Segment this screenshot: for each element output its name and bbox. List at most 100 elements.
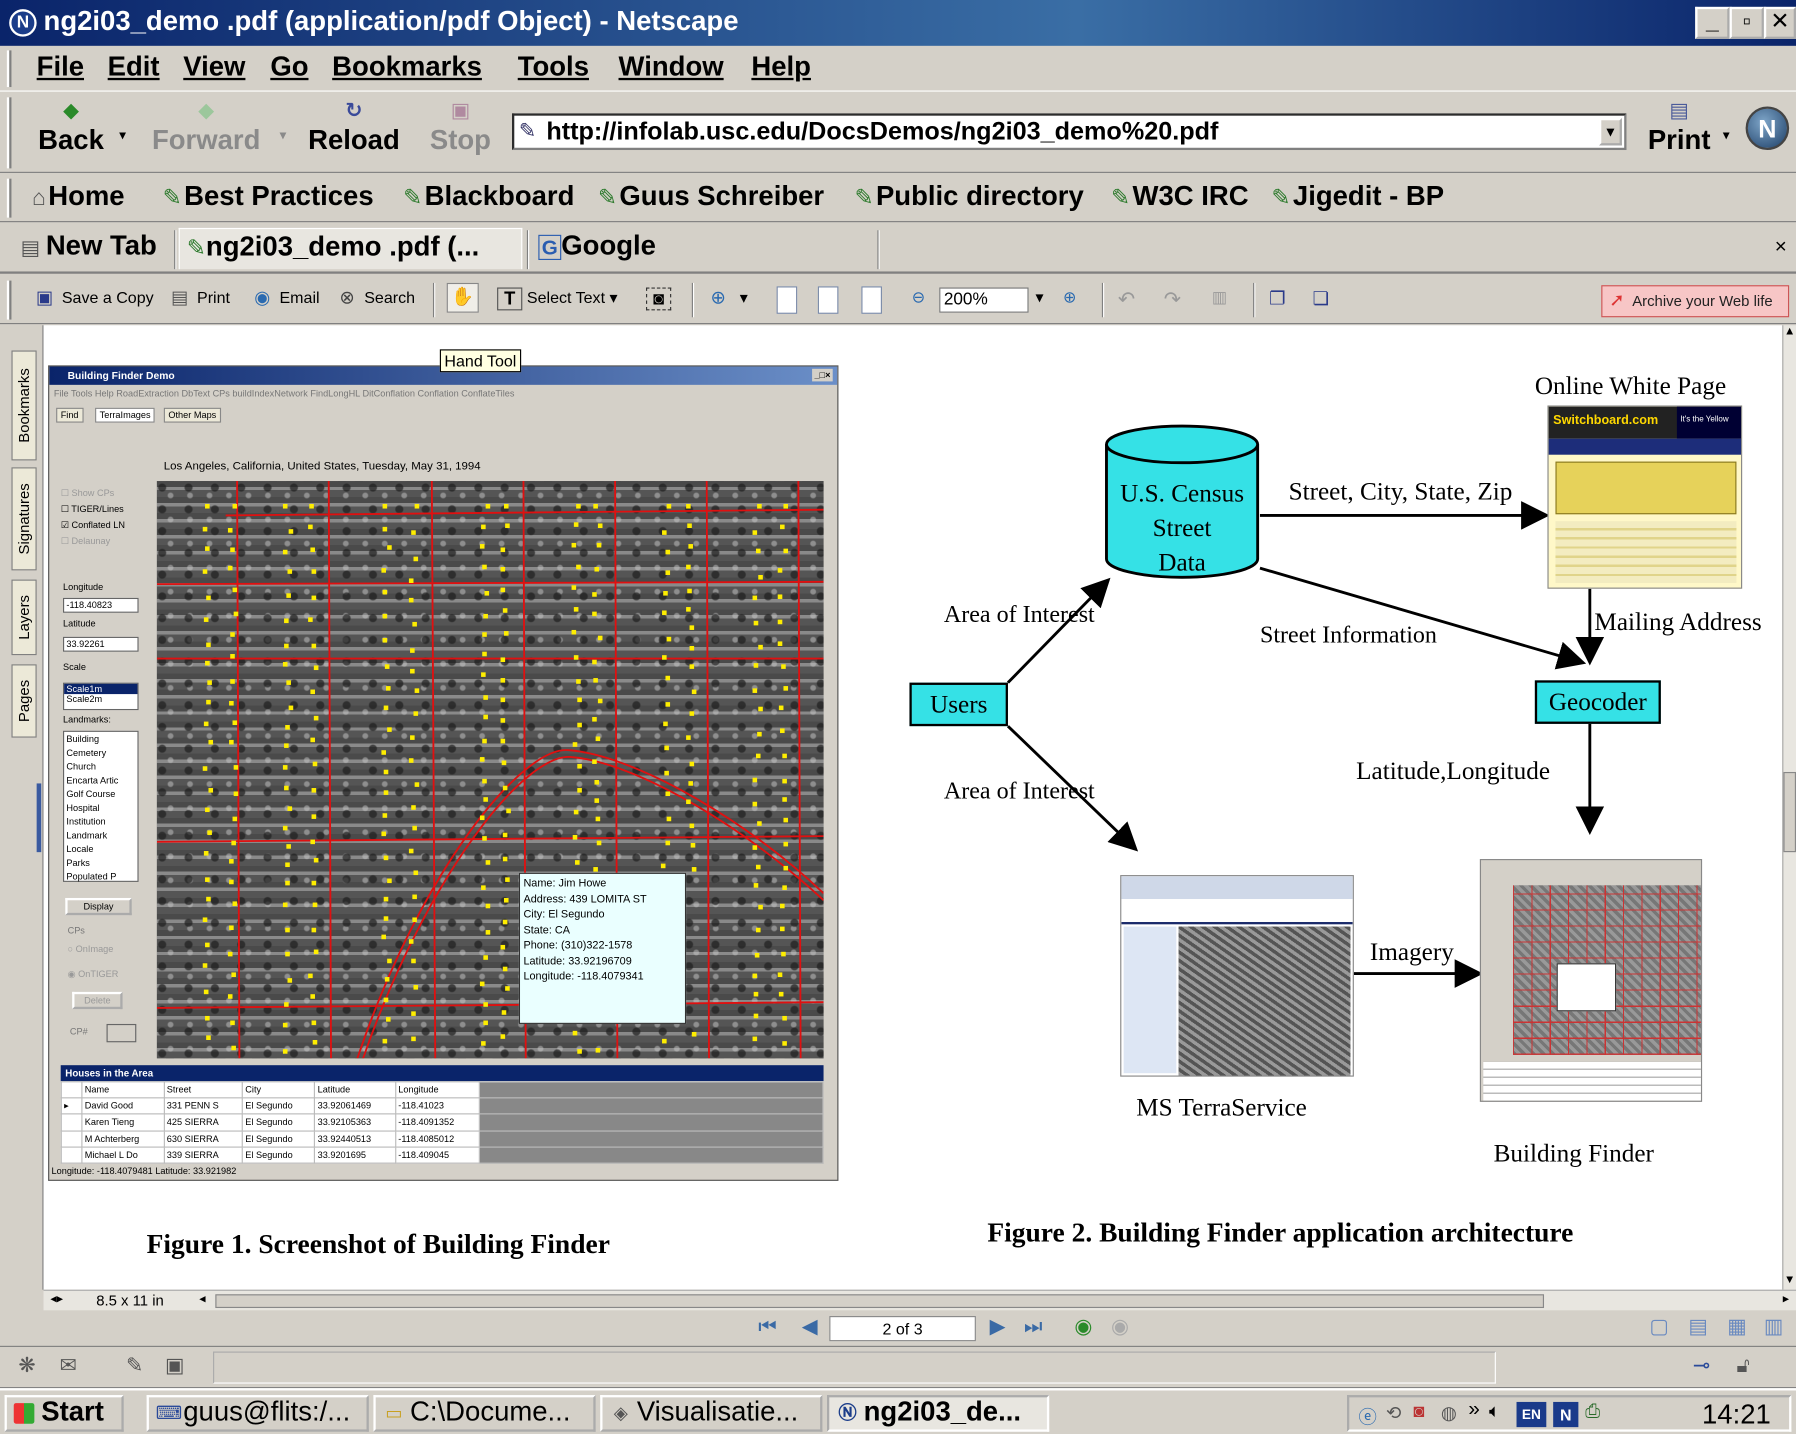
- minimize-button[interactable]: _: [1695, 6, 1730, 39]
- side-tab-bookmarks[interactable]: Bookmarks: [11, 350, 37, 461]
- back-button[interactable]: ◆ Back: [34, 97, 107, 157]
- start-button[interactable]: Start: [4, 1395, 124, 1432]
- zoom-level[interactable]: 200%: [939, 287, 1029, 313]
- ie-tray-icon[interactable]: ⓔ: [1358, 1402, 1376, 1429]
- taskbar-item-netscape[interactable]: Ⓝng2i03_de...: [826, 1395, 1050, 1432]
- security-lock-icon[interactable]: 🔓︎: [1736, 1354, 1749, 1378]
- maximize-button[interactable]: ▫: [1729, 6, 1764, 39]
- page-number-field[interactable]: 2 of 3: [829, 1316, 976, 1342]
- scroll-up-icon[interactable]: ▲: [1783, 325, 1796, 341]
- close-button[interactable]: ✕: [1763, 6, 1796, 39]
- horizontal-scrollbar[interactable]: ◂▸ 8.5 x 11 in ◂ ▸: [43, 1289, 1796, 1311]
- last-page-icon[interactable]: ⏭: [1024, 1315, 1043, 1339]
- menu-view[interactable]: View: [183, 52, 245, 84]
- bookmark-w3c-irc[interactable]: ✎W3C IRC: [1111, 181, 1249, 213]
- printer-tray-icon[interactable]: ⎙: [1585, 1402, 1600, 1423]
- mail-icon[interactable]: ✉: [60, 1354, 77, 1378]
- next-page-icon[interactable]: ▶: [990, 1315, 1006, 1339]
- actual-size-icon[interactable]: [776, 286, 798, 314]
- fit-page-icon[interactable]: [817, 286, 839, 314]
- zoom-plus-icon[interactable]: ⊕: [1063, 287, 1076, 306]
- snapshot-button[interactable]: ◙: [646, 287, 676, 311]
- side-tab-signatures[interactable]: Signatures: [11, 467, 37, 571]
- tray-expand-icon[interactable]: »: [1468, 1397, 1479, 1421]
- forward-history-dropdown[interactable]: ▾: [279, 127, 286, 143]
- netscape-tray-icon[interactable]: N: [1553, 1401, 1579, 1428]
- forward-button[interactable]: ◆ Forward: [149, 97, 264, 157]
- language-indicator[interactable]: EN: [1516, 1401, 1547, 1428]
- continuous-layout-icon[interactable]: ▤: [1688, 1315, 1707, 1339]
- menu-help[interactable]: Help: [751, 52, 811, 84]
- first-page-icon[interactable]: ⏮: [758, 1315, 777, 1339]
- url-bar[interactable]: ✎ ▼: [511, 113, 1627, 151]
- go-back-view-icon[interactable]: ◉: [1074, 1315, 1092, 1339]
- go-forward-view-icon[interactable]: ◉: [1111, 1315, 1129, 1339]
- scroll-right-icon[interactable]: ▸: [1783, 1291, 1789, 1306]
- menu-go[interactable]: Go: [270, 52, 308, 84]
- horizontal-scroll-thumb[interactable]: [215, 1294, 1545, 1309]
- sync-tray-icon[interactable]: ⟲: [1386, 1402, 1401, 1425]
- menu-file[interactable]: File: [37, 52, 84, 84]
- pdf-print-button[interactable]: ▤ Print: [167, 287, 230, 310]
- facing-layout-icon[interactable]: ▦: [1727, 1315, 1746, 1339]
- clock[interactable]: 14:21: [1702, 1400, 1771, 1432]
- bookmark-public-directory[interactable]: ✎Public directory: [854, 181, 1083, 213]
- tab-pdf[interactable]: ✎ng2i03_demo .pdf (...: [178, 227, 523, 270]
- side-panel-splitter[interactable]: [36, 783, 42, 853]
- menu-bookmarks[interactable]: Bookmarks: [332, 52, 482, 84]
- side-tab-pages[interactable]: Pages: [11, 664, 37, 738]
- toolbar-grip[interactable]: [6, 97, 12, 169]
- navigator-icon[interactable]: ❋: [18, 1354, 35, 1378]
- rotate-right-icon[interactable]: ↷: [1164, 287, 1181, 311]
- scroll-left-icon[interactable]: ◂: [199, 1291, 205, 1306]
- url-history-dropdown[interactable]: ▼: [1598, 117, 1622, 146]
- menu-tools[interactable]: Tools: [518, 52, 589, 84]
- taskbar-item-explorer[interactable]: ▭ C:\Docume...: [373, 1395, 596, 1432]
- zoom-out-icon[interactable]: ⊖: [912, 287, 925, 306]
- bookmarks-grip[interactable]: [6, 178, 12, 218]
- reload-button[interactable]: ↻ Reload: [305, 97, 404, 157]
- menu-grip[interactable]: [6, 50, 12, 88]
- hand-tool-button[interactable]: ✋: [446, 282, 479, 313]
- taskbar-item-terminal[interactable]: ⌨ guus@flits:/...: [146, 1395, 369, 1432]
- stop-button[interactable]: ▣ Stop: [426, 97, 495, 157]
- side-tab-layers[interactable]: Layers: [11, 579, 37, 656]
- home-button[interactable]: ⌂Home: [32, 181, 125, 213]
- page-layout-icon[interactable]: ▥: [1212, 287, 1227, 306]
- composer-icon[interactable]: ✎: [126, 1354, 143, 1378]
- fit-width-icon[interactable]: [861, 286, 882, 314]
- netscape-throbber-icon[interactable]: N: [1745, 106, 1790, 151]
- print-button[interactable]: ▤ Print: [1643, 97, 1716, 157]
- bookmark-blackboard[interactable]: ✎Blackboard: [403, 181, 574, 213]
- select-text-button[interactable]: T Select Text ▾: [497, 287, 618, 311]
- new-tab-button[interactable]: ▤ New Tab: [14, 228, 164, 269]
- single-page-icon[interactable]: ❐: [1269, 287, 1285, 310]
- scroll-down-icon[interactable]: ▼: [1783, 1274, 1796, 1290]
- bookmark-best-practices[interactable]: ✎Best Practices: [163, 181, 374, 213]
- print-dropdown[interactable]: ▾: [1723, 127, 1730, 143]
- zoom-level-dropdown[interactable]: ▾: [1035, 287, 1043, 306]
- continuous-page-icon[interactable]: ❏: [1313, 287, 1329, 310]
- previous-page-icon[interactable]: ◀: [802, 1315, 818, 1339]
- rotate-left-icon[interactable]: ↶: [1118, 287, 1135, 311]
- vertical-scrollbar[interactable]: ▲ ▼: [1782, 325, 1796, 1290]
- taskbar-item-visualisatie[interactable]: ◈ Visualisatie...: [600, 1395, 823, 1432]
- menu-window[interactable]: Window: [619, 52, 724, 84]
- tab-google[interactable]: G Google: [531, 228, 875, 269]
- email-button[interactable]: ◉ Email: [250, 287, 319, 310]
- bookmark-jigedit-bp[interactable]: ✎Jigedit - BP: [1271, 181, 1444, 213]
- volume-icon[interactable]: 🔈︎: [1489, 1402, 1500, 1423]
- vertical-scroll-thumb[interactable]: [1783, 771, 1796, 853]
- zoom-dropdown[interactable]: ▾: [735, 288, 748, 306]
- save-copy-button[interactable]: ▣ Save a Copy: [32, 287, 154, 310]
- close-tab-icon[interactable]: ×: [1775, 235, 1787, 259]
- back-history-dropdown[interactable]: ▾: [119, 127, 126, 143]
- archive-web-life-button[interactable]: ➚ Archive your Web life: [1601, 285, 1790, 318]
- zoom-in-button[interactable]: ⊕ ▾: [706, 287, 748, 310]
- addressbook-icon[interactable]: ▣: [165, 1354, 184, 1378]
- split-handle-icon[interactable]: ◂▸: [50, 1291, 63, 1306]
- search-button[interactable]: ⊗ Search: [334, 287, 415, 310]
- bookmark-guus-schreiber[interactable]: ✎Guus Schreiber: [598, 181, 824, 213]
- network-tray-icon[interactable]: ◍: [1441, 1402, 1457, 1425]
- menu-edit[interactable]: Edit: [108, 52, 160, 84]
